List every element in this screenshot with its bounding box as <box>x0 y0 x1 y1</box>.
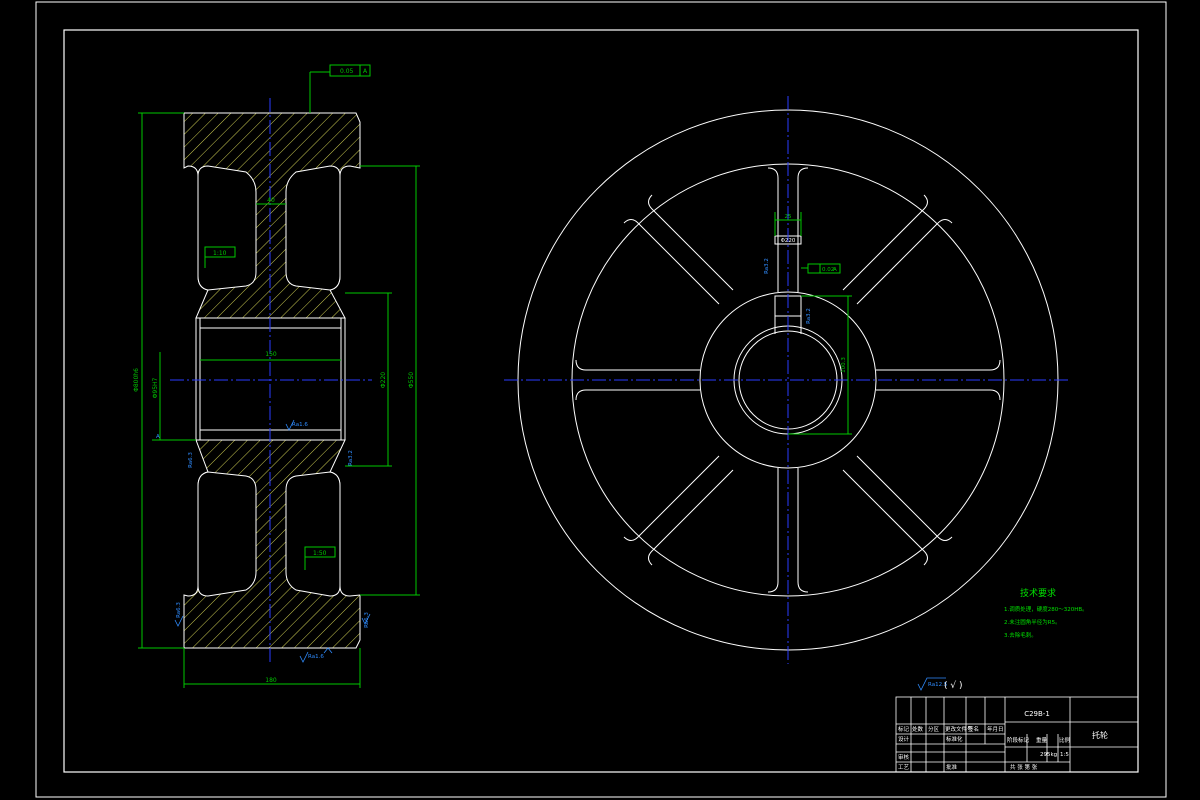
front-hub-dia: Φ220 <box>781 238 796 244</box>
tol-top-datum: A <box>363 68 368 75</box>
tb-header-3: 分区 <box>928 725 940 733</box>
tech-title: 技术要求 <box>1020 587 1056 599</box>
tb-reviewer: 审核 <box>898 753 910 761</box>
tb-header-5: 签名 <box>968 725 979 733</box>
rough-hub-right: Ra3.2 <box>348 450 354 466</box>
dim-key-width: 25 <box>785 214 792 220</box>
tech-item-2: 2.未注圆角半径为R5。 <box>1004 618 1061 626</box>
rough-keyway: Ra3.2 <box>764 258 770 274</box>
dim-keyway-depth: 100.3 <box>841 357 847 373</box>
tb-header-1: 标记 <box>898 725 910 733</box>
part-name: 托轮 <box>1092 730 1108 740</box>
tb-designer: 设计 <box>898 735 910 743</box>
dim-hub-length: 150 <box>265 351 277 358</box>
tb-standardize: 标准化 <box>946 735 963 743</box>
section-view: Φ800h6 Φ95H7 Φ550 Φ220 180 150 40 0.05 A… <box>133 64 420 688</box>
datum-label: A <box>156 434 160 440</box>
tol-keyway-datum: A <box>833 267 837 273</box>
tb-process: 工艺 <box>898 764 910 771</box>
part-code: C29B-1 <box>1024 710 1050 718</box>
tb-header-2: 处数 <box>912 725 924 733</box>
rough-bore: Ra1.6 <box>292 422 308 428</box>
tb-approve: 批准 <box>946 763 958 771</box>
roughness-note: Ra12.5 ( √ ) <box>917 677 962 691</box>
front-dimensions <box>774 212 852 435</box>
dim-hub-dia: Φ220 <box>380 372 387 388</box>
tol-web-left: 1:10 <box>213 250 227 257</box>
rough-left-face: Ra6.3 <box>188 452 194 468</box>
tol-web-right: 1:50 <box>313 550 327 557</box>
tb-weight-value: 295kg <box>1040 752 1057 758</box>
tol-top-runout: 0.05 <box>340 68 354 75</box>
tb-scale-value: 1:5 <box>1060 752 1069 758</box>
rough-bottom: Ra1.6 <box>308 654 324 660</box>
tech-item-3: 3.去除毛刺。 <box>1004 631 1037 639</box>
rough-rim-left: Ra6.3 <box>176 602 182 618</box>
tb-header-6: 年月日 <box>987 725 1004 733</box>
dim-outer-dia: Φ800h6 <box>133 368 140 392</box>
dim-web-thickness: 40 <box>267 197 275 204</box>
tb-stage: 阶段标记 <box>1007 736 1030 744</box>
tb-sheets: 共 张 第 张 <box>1010 763 1038 771</box>
tech-item-1: 1.调质处理，硬度280～320HB。 <box>1004 605 1088 613</box>
roughness-note-suffix: ( √ ) <box>944 680 962 691</box>
dim-rim-inner-dia: Φ550 <box>408 372 415 388</box>
rough-key-side: Ra3.2 <box>806 308 812 324</box>
tech-requirements: 技术要求 1.调质处理，硬度280～320HB。 2.未注圆角半径为R5。 3.… <box>1004 587 1088 639</box>
tb-weight-label: 重量 <box>1036 736 1048 744</box>
dim-bore-dia: Φ95H7 <box>152 377 159 398</box>
dim-width: 180 <box>265 677 277 684</box>
tb-scale-label: 比例 <box>1059 736 1071 744</box>
engineering-drawing: Φ800h6 Φ95H7 Φ550 Φ220 180 150 40 0.05 A… <box>35 1 1167 798</box>
front-centerlines <box>504 96 1070 664</box>
